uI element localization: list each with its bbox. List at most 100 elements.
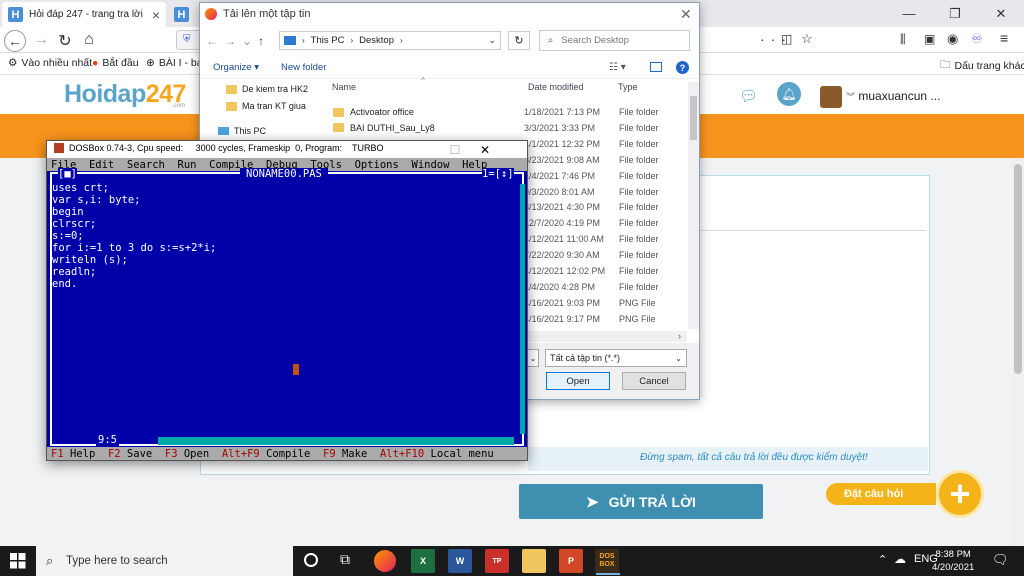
bookmark-other[interactable]: 🗀 Dấu trang khác	[940, 57, 1024, 75]
powerpoint-icon[interactable]: P	[559, 549, 583, 573]
user-menu[interactable]: ︾ muaxuancun ...	[846, 89, 940, 103]
bookmark-get-started[interactable]: ● Bắt đầu	[92, 57, 139, 69]
turbo-pascal-taskbar-icon[interactable]: TP	[485, 549, 509, 573]
tp-menu-item[interactable]: Edit	[89, 159, 114, 171]
close-icon[interactable]: ✕	[470, 141, 500, 159]
notification-bell-icon[interactable]: 🔔︎	[777, 82, 801, 106]
column-date[interactable]: Date modified	[522, 82, 612, 98]
tp-menu-item[interactable]: Window	[412, 159, 450, 171]
file-list-hscrollbar[interactable]	[527, 331, 687, 342]
filename-dropdown[interactable]: ⌄	[527, 349, 539, 367]
nav-item-de-kiem-tra[interactable]: De kiem tra HK2	[226, 84, 308, 94]
dosbox-taskbar-icon[interactable]: DOS BOX	[595, 549, 619, 573]
menu-icon[interactable]: ≡	[1000, 30, 1008, 46]
browser-tab-hoidap[interactable]: H Hỏi đáp 247 - trang tra lời ×	[2, 2, 166, 27]
editor-window-number[interactable]: 1=[↕]	[482, 168, 514, 180]
extension-icon[interactable]: ♾	[971, 31, 983, 47]
dialog-close-icon[interactable]: ✕	[680, 6, 692, 23]
pocket-icon[interactable]: ◫	[781, 32, 792, 46]
chevron-up-icon[interactable]: ⌃	[878, 553, 887, 566]
tp-status-item[interactable]: Alt+F9 Compile	[222, 448, 311, 460]
dialog-path-bar[interactable]: › This PC › Desktop › ⌄	[279, 31, 501, 50]
code-line[interactable]: var s,i: byte;	[52, 194, 216, 206]
column-type[interactable]: Type	[612, 82, 638, 98]
open-button[interactable]: Open	[546, 372, 610, 390]
help-icon[interactable]: ?	[676, 61, 689, 74]
scroll-right-icon[interactable]: ›	[678, 331, 681, 341]
taskbar-clock[interactable]: 8:38 PM 4/20/2021	[932, 548, 974, 574]
code-line[interactable]: writeln (s);	[52, 254, 216, 266]
excel-icon[interactable]: X	[411, 549, 435, 573]
view-options-icon[interactable]: ☷ ▾	[609, 62, 626, 73]
editor-close-box[interactable]: [■]	[58, 168, 77, 180]
minimize-icon[interactable]: ☐	[440, 141, 470, 159]
browser-tab-2[interactable]: H	[170, 2, 200, 27]
refresh-icon[interactable]: ↻	[508, 31, 530, 50]
file-list-scroll-thumb[interactable]	[690, 96, 697, 140]
account-icon[interactable]: ◉	[947, 31, 958, 47]
nav-item-this-pc[interactable]: This PC	[218, 126, 266, 136]
nav-item-ma-tran[interactable]: Ma tran KT giua	[226, 101, 306, 111]
new-folder-button[interactable]: New folder	[281, 62, 326, 73]
organize-button[interactable]: Organize ▾	[213, 62, 259, 73]
code-line[interactable]: end.	[52, 278, 216, 290]
tp-status-item[interactable]: F9 Make	[323, 448, 367, 460]
forward-arrow-icon[interactable]: →	[30, 31, 52, 49]
file-type-filter[interactable]: Tất cả tập tin (*.*) ⌄	[545, 349, 687, 367]
code-line[interactable]: s:=0;	[52, 230, 216, 242]
chat-icon[interactable]: 💬︎	[739, 87, 758, 105]
word-icon[interactable]: W	[448, 549, 472, 573]
tp-menu-item[interactable]: Options	[355, 159, 399, 171]
path-desktop[interactable]: Desktop	[359, 35, 394, 46]
bookmark-bai[interactable]: ⊕ BÀI I - bai	[146, 57, 205, 69]
library-icon[interactable]: ⫼	[900, 32, 906, 47]
tp-status-item[interactable]: F2 Save	[108, 448, 152, 460]
file-row[interactable]: BAI DUTHI_Sau_Ly8 3/3/2021 3:33 PM File fo…	[327, 121, 685, 135]
taskbar-search-input[interactable]: ⌕ Type here to search	[36, 546, 293, 576]
chevron-down-icon[interactable]: ⌄	[488, 35, 496, 46]
code-line[interactable]: readln;	[52, 266, 216, 278]
code-line[interactable]: begin	[52, 206, 216, 218]
close-icon[interactable]: ✕	[978, 0, 1024, 27]
submit-answer-button[interactable]: ➤ GỬI TRẢ LỜI	[519, 484, 763, 519]
back-arrow-icon[interactable]: ←	[4, 30, 26, 52]
windows-start-icon[interactable]	[0, 546, 36, 576]
url-bar[interactable]: ⛨	[176, 30, 200, 50]
reload-icon[interactable]: ↻	[54, 31, 76, 51]
restore-icon[interactable]: ❐	[932, 0, 978, 27]
firefox-taskbar-icon[interactable]	[374, 550, 396, 572]
path-this-pc[interactable]: This PC	[311, 35, 345, 46]
cloud-icon[interactable]: ☁	[894, 552, 906, 566]
editor-vscrollbar[interactable]	[520, 184, 525, 434]
notification-center-icon[interactable]: 🗨︎	[992, 552, 1009, 568]
bookmark-most-visited[interactable]: ⚙ Vào nhiều nhất	[8, 57, 92, 69]
file-explorer-icon[interactable]	[522, 549, 546, 573]
preview-pane-icon[interactable]	[650, 62, 662, 72]
cortana-icon[interactable]	[304, 553, 318, 567]
code-line[interactable]: for i:=1 to 3 do s:=s+2*i;	[52, 242, 216, 254]
dialog-search-input[interactable]: ⌕ Search Desktop	[539, 30, 690, 51]
bookmark-star-icon[interactable]: ☆	[801, 31, 813, 47]
site-logo[interactable]: Hoidap247	[64, 80, 186, 109]
code-line[interactable]: clrscr;	[52, 218, 216, 230]
editor-hscrollbar[interactable]	[158, 437, 514, 445]
tp-menu-item[interactable]: Run	[178, 159, 197, 171]
tp-status-item[interactable]: F1 Help	[51, 448, 95, 460]
home-icon[interactable]: ⌂	[78, 31, 100, 49]
task-view-icon[interactable]: ⧉	[340, 551, 350, 568]
tp-status-item[interactable]: F3 Open	[165, 448, 209, 460]
page-scroll-thumb[interactable]	[1014, 164, 1022, 374]
tp-status-item[interactable]: Alt+F10 Local menu	[380, 448, 494, 460]
tp-menu-item[interactable]: Search	[127, 159, 165, 171]
dialog-nav-arrows[interactable]: ←→⌄↑	[206, 34, 270, 48]
plus-icon[interactable]: +	[936, 470, 984, 518]
tab-close-icon[interactable]: ×	[152, 7, 160, 23]
ask-question-button[interactable]: Đặt câu hỏi	[826, 483, 936, 505]
sidebar-icon[interactable]: ▣	[924, 32, 935, 46]
code-line[interactable]: uses crt;	[52, 182, 216, 194]
code-editor[interactable]: uses crt; var s,i: byte; begin clrscr; s:=0;…	[52, 182, 216, 290]
file-row[interactable]: Activoator office 1/18/2021 7:13 PM File f…	[327, 105, 685, 119]
avatar[interactable]	[820, 86, 842, 108]
cancel-button[interactable]: Cancel	[622, 372, 686, 390]
minimize-icon[interactable]: —	[886, 0, 932, 27]
